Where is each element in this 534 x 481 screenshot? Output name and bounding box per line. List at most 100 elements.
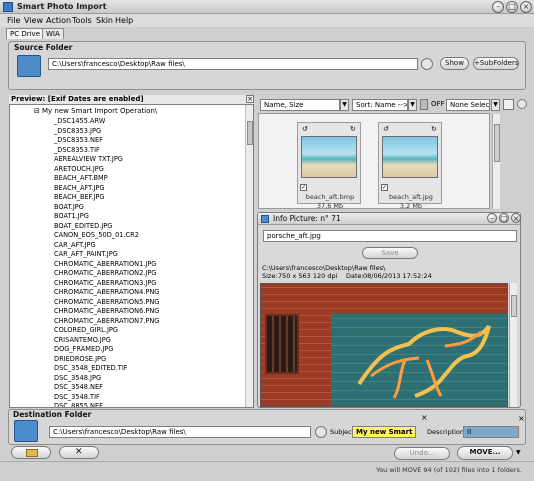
image-date: 08/06/2013 17:52:24 (363, 272, 432, 280)
move-button[interactable]: MOVE... (457, 446, 513, 460)
folder-action-button[interactable] (11, 446, 51, 459)
list-item[interactable]: BEACH_AFT.BMP (54, 174, 108, 184)
photo-preview[interactable] (260, 283, 508, 407)
list-item[interactable]: CAR_AFT_PAINT.JPG (54, 250, 118, 260)
list-item[interactable]: BEACH_BEF.JPG (54, 193, 105, 203)
close-icon[interactable]: × (520, 1, 532, 13)
undo-button[interactable]: Undo... (394, 447, 450, 460)
list-item[interactable]: _DSC8353.TIF (54, 146, 100, 156)
browse-icon[interactable] (421, 58, 433, 70)
toggle-icon[interactable] (420, 99, 428, 110)
list-item[interactable]: ARETOUCH.JPG (54, 165, 104, 175)
info-picture-window: Info Picture: n° 71 – □ × porsche_aft.jp… (257, 212, 521, 408)
preview-close-icon[interactable]: × (246, 95, 254, 103)
chevron-down-icon[interactable]: ▼ (491, 99, 500, 111)
title-bar: Smart Photo Import – □ × (0, 0, 534, 14)
thumbnail-card[interactable]: ↺ ↻ ✓ beach_aft.jpg 3,2 Mb (378, 122, 442, 210)
window-shape (265, 314, 299, 374)
tab-wia[interactable]: WIA (42, 28, 64, 39)
thumbnail-image[interactable] (301, 136, 357, 178)
list-item[interactable]: DSC_3548_EDITED.TIF (54, 364, 128, 374)
tree-expand-icon[interactable]: ⊟ (34, 107, 40, 115)
close-icon[interactable]: × (511, 213, 521, 223)
source-folder-label: Source Folder (14, 43, 73, 52)
description-input[interactable]: II (463, 426, 519, 438)
thumb-checkbox[interactable]: ✓ (381, 184, 388, 191)
list-item[interactable]: DOG_FRAMED.JPG (54, 345, 113, 355)
sort-field-select[interactable]: Name, Size (260, 99, 340, 111)
show-button[interactable]: Show (440, 57, 469, 70)
menu-skin[interactable]: Skin (96, 16, 113, 25)
minimize-icon[interactable]: – (487, 213, 497, 223)
browse-icon[interactable] (315, 426, 327, 438)
close-icon[interactable]: × (421, 413, 428, 422)
chevron-down-icon[interactable]: ▼ (516, 449, 521, 456)
app-icon (3, 2, 13, 12)
thumbnail-image[interactable] (382, 136, 438, 178)
list-item[interactable]: CRISANTEMO.JPG (54, 336, 111, 346)
thumbnail-card[interactable]: ↺ ↻ ✓ beach_aft.bmp 37,6 Mb (297, 122, 361, 210)
tools-action-button[interactable]: ✕ (59, 446, 99, 459)
maximize-icon[interactable]: □ (506, 1, 518, 13)
list-item[interactable]: CHROMATIC_ABERRATION5.PNG (54, 298, 159, 308)
rotate-left-icon[interactable]: ↺ (383, 125, 389, 133)
sort-order-select[interactable]: Sort: Name --> (352, 99, 408, 111)
list-item[interactable]: DSC_3548.TIF (54, 393, 100, 403)
chevron-down-icon[interactable]: ▼ (408, 99, 417, 111)
list-item[interactable]: BOAT_EDITED.JPG (54, 222, 112, 232)
list-item[interactable]: BEACH_AFT.JPG (54, 184, 105, 194)
list-item[interactable]: CHROMATIC_ABERRATION3.JPG (54, 279, 156, 289)
photo-scrollbar[interactable] (509, 283, 517, 407)
rotate-right-icon[interactable]: ↻ (431, 125, 437, 133)
list-item[interactable]: BOAT.JPG (54, 203, 84, 213)
date-label: Date: (346, 272, 364, 280)
list-item[interactable]: DSC_8855.NEF (54, 402, 103, 407)
list-item[interactable]: CHROMATIC_ABERRATION1.JPG (54, 260, 156, 270)
list-item[interactable]: CHROMATIC_ABERRATION4.PNG (54, 288, 159, 298)
menu-action[interactable]: Action (46, 16, 71, 25)
thumb-checkbox[interactable]: ✓ (300, 184, 307, 191)
subfolders-button[interactable]: +SubFolders (473, 57, 519, 70)
thumbs-scrollbar[interactable] (492, 114, 500, 209)
menu-view[interactable]: View (24, 16, 43, 25)
list-item[interactable]: CANON_EOS_50D_01.CR2 (54, 231, 139, 241)
filename-input[interactable]: porsche_aft.jpg (263, 230, 517, 242)
list-item[interactable]: DRIEDROSE.JPG (54, 355, 106, 365)
maximize-icon[interactable]: □ (499, 213, 509, 223)
menu-tools[interactable]: Tools (72, 16, 92, 25)
tab-pc-drive[interactable]: PC Drive (6, 28, 44, 39)
tree-scrollbar[interactable] (245, 105, 253, 407)
list-item[interactable]: CHROMATIC_ABERRATION2.JPG (54, 269, 156, 279)
list-item[interactable]: _DSC8353.JPG (54, 127, 101, 137)
minimize-icon[interactable]: – (492, 1, 504, 13)
horse-graffiti (357, 324, 491, 399)
list-item[interactable]: DSC_3548.NEF (54, 383, 103, 393)
checkbox[interactable] (503, 99, 514, 110)
rotate-left-icon[interactable]: ↺ (302, 125, 308, 133)
save-button[interactable]: Save (362, 247, 418, 259)
chevron-down-icon[interactable]: ▼ (340, 99, 349, 111)
list-item[interactable]: _DSC8353.NEF (54, 136, 103, 146)
menu-file[interactable]: File (7, 16, 20, 25)
tools-icon: ✕ (75, 447, 83, 457)
size-label: Size: (262, 272, 278, 280)
rotate-right-icon[interactable]: ↻ (350, 125, 356, 133)
subject-input[interactable]: My new Smart Imp (352, 426, 416, 438)
source-path-input[interactable]: C:\Users\francesco\Desktop\Raw files\ (48, 58, 418, 70)
list-item[interactable]: DSC_3548.JPG (54, 374, 101, 384)
list-item[interactable]: _DSC1455.ARW (54, 117, 105, 127)
destination-path-input[interactable]: C:\Users\francesco\Desktop\Raw files\ (49, 426, 311, 438)
source-folder-panel: Source Folder C:\Users\francesco\Desktop… (8, 41, 526, 90)
list-item[interactable]: CHROMATIC_ABERRATION7.PNG (54, 317, 159, 327)
pen-icon[interactable] (517, 99, 527, 109)
list-item[interactable]: CHROMATIC_ABERRATION6.PNG (54, 307, 159, 317)
description-label: Description (427, 428, 465, 436)
selection-select[interactable]: None Selected (446, 99, 490, 111)
close-icon[interactable]: × (518, 414, 525, 423)
list-item[interactable]: COLORED_GIRL.JPG (54, 326, 118, 336)
operation-node[interactable]: My new Smart Import Operation\ (42, 107, 157, 115)
list-item[interactable]: CAR_AFT.JPG (54, 241, 96, 251)
menu-help[interactable]: Help (115, 16, 133, 25)
list-item[interactable]: BOAT1.JPG (54, 212, 89, 222)
list-item[interactable]: AEREALVIEW TXT.JPG (54, 155, 123, 165)
